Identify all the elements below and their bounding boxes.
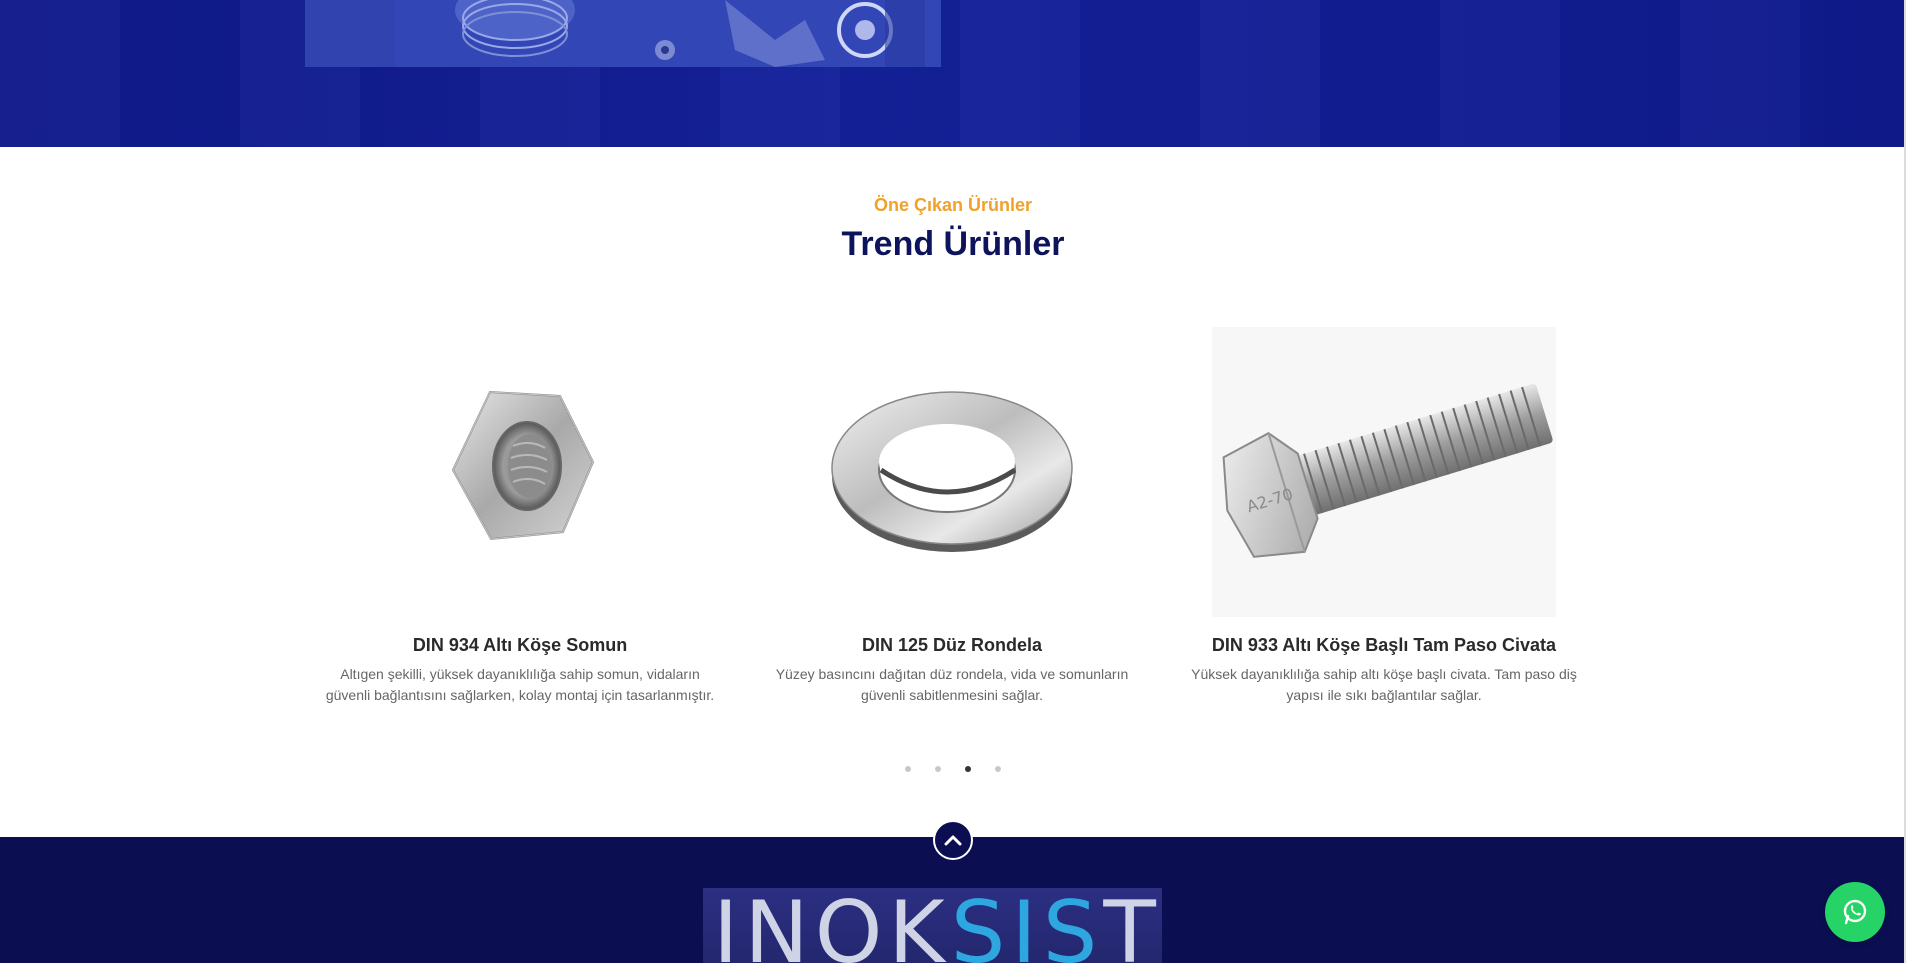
flat-washer-image[interactable]: [752, 319, 1152, 619]
footer-logo[interactable]: INOKSIST: [703, 888, 1162, 963]
product-name[interactable]: DIN 934 Altı Köşe Somun: [320, 635, 720, 656]
product-card[interactable]: A2-70 DIN 933 Altı Köşe Başlı Tam Paso C…: [1184, 319, 1584, 719]
hex-nut-image[interactable]: [320, 319, 720, 619]
product-card[interactable]: DIN 125 Düz Rondela Yüzey basıncını dağı…: [752, 319, 1152, 719]
chevron-up-icon: [944, 835, 962, 846]
whatsapp-button[interactable]: [1825, 882, 1885, 942]
product-card[interactable]: DIN 934 Altı Köşe Somun Altıgen şekilli,…: [320, 319, 720, 719]
trend-products-section: Öne Çıkan Ürünler Trend Ürünler DIN 934 …: [0, 147, 1906, 837]
hero-banner: [0, 0, 1906, 147]
hero-machinery-image: [305, 0, 941, 67]
carousel-dot[interactable]: [995, 766, 1001, 772]
hex-bolt-image[interactable]: A2-70: [1184, 319, 1584, 619]
scroll-to-top-button[interactable]: [933, 820, 973, 860]
product-name[interactable]: DIN 125 Düz Rondela: [752, 635, 1152, 656]
product-name[interactable]: DIN 933 Altı Köşe Başlı Tam Paso Civata: [1184, 635, 1584, 656]
logo-text-part: T: [1103, 888, 1162, 963]
carousel-dot[interactable]: [905, 766, 911, 772]
logo-text-part: SIS: [950, 888, 1104, 963]
section-title: Trend Ürünler: [841, 225, 1065, 263]
carousel-dot-active[interactable]: [965, 766, 971, 772]
carousel-dot[interactable]: [935, 766, 941, 772]
product-description: Yüzey basıncını dağıtan düz rondela, vid…: [775, 666, 1129, 703]
product-description: Altıgen şekilli, yüksek dayanıklılığa sa…: [325, 666, 715, 703]
product-description: Yüksek dayanıklılığa sahip altı köşe baş…: [1191, 666, 1577, 703]
whatsapp-icon: [1843, 899, 1867, 925]
logo-text-part: INOK: [713, 888, 951, 963]
carousel-pagination: [0, 759, 1906, 777]
section-eyebrow: Öne Çıkan Ürünler: [873, 195, 1033, 215]
